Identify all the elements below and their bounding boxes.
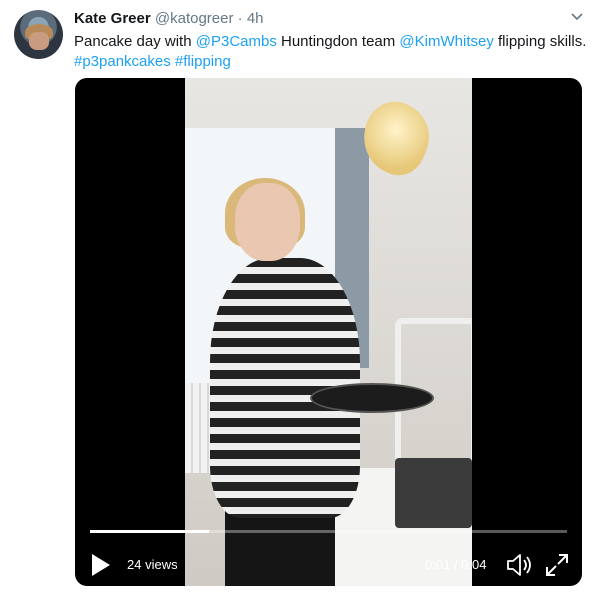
avatar-face	[29, 32, 49, 50]
tweet-text-part: Pancake day with	[74, 33, 196, 50]
frying-pan	[310, 383, 434, 413]
video-frame	[185, 78, 472, 586]
progress-bar[interactable]	[90, 530, 567, 533]
hashtag-link[interactable]: #flipping	[175, 53, 231, 70]
fullscreen-icon[interactable]	[544, 552, 570, 578]
person-legs	[225, 508, 335, 586]
tweet-time[interactable]: 4h	[247, 10, 264, 27]
tweet-text-part: flipping skills.	[493, 33, 587, 50]
hashtag-link[interactable]: #p3pankcakes	[74, 53, 171, 70]
mention-link[interactable]: @P3Cambs	[196, 33, 277, 50]
play-icon[interactable]	[89, 552, 113, 578]
progress-fill	[90, 530, 210, 533]
video-player[interactable]: 24 views 0:01 / 0:04	[75, 78, 582, 586]
tweet-text: Pancake day with @P3Cambs Huntingdon tea…	[74, 32, 589, 72]
separator-dot: ·	[237, 10, 243, 27]
timecode: 0:01 / 0:04	[425, 557, 487, 572]
author-handle[interactable]: @katogreer	[155, 10, 234, 27]
tweet-header: Kate Greer @katogreer · 4h	[74, 10, 264, 28]
chevron-down-icon[interactable]	[569, 8, 585, 24]
person-head	[235, 183, 300, 261]
mention-link[interactable]: @KimWhitsey	[399, 33, 493, 50]
tweet-text-part: Huntingdon team	[276, 33, 400, 50]
scene-stove	[395, 458, 472, 528]
volume-icon[interactable]	[506, 553, 534, 577]
author-name[interactable]: Kate Greer	[74, 10, 151, 27]
avatar[interactable]	[14, 10, 63, 59]
view-count: 24 views	[127, 557, 178, 572]
